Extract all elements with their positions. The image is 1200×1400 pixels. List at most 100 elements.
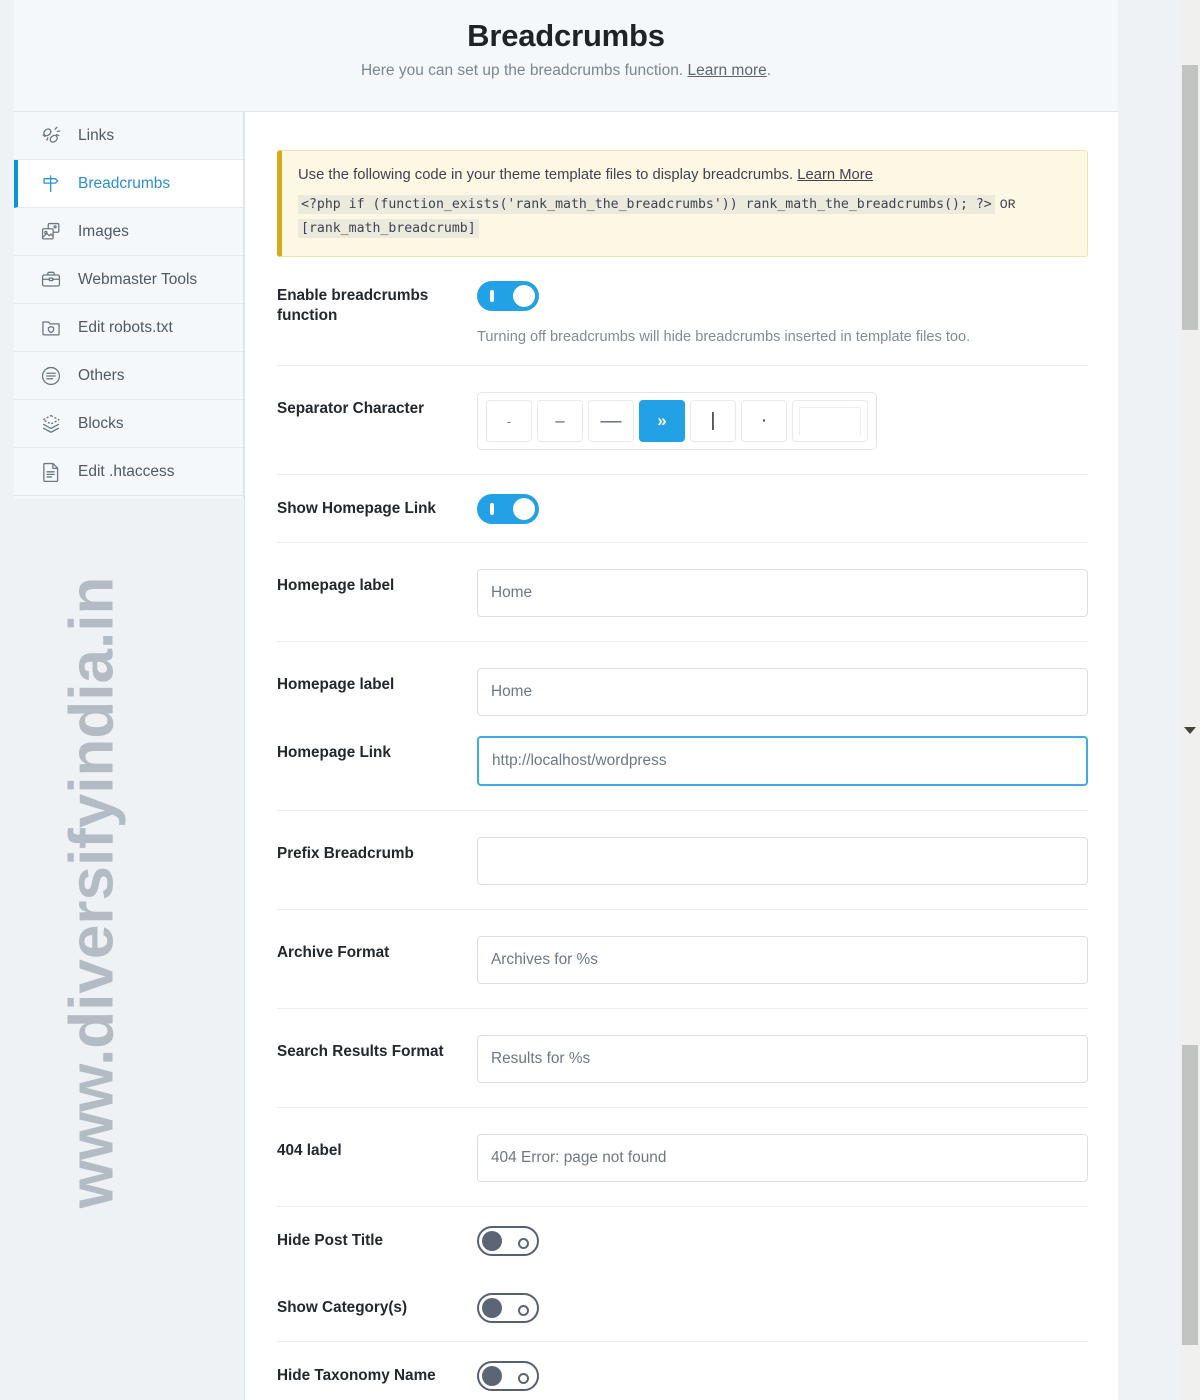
sidebar-item-breadcrumbs[interactable]: Breadcrumbs [14,160,243,208]
images-icon [40,221,62,243]
learn-more-link-header[interactable]: Learn more [687,62,766,79]
row-hide-taxonomy-name: Hide Taxonomy Name [277,1342,1088,1400]
label-show-homepage-link: Show Homepage Link [277,500,436,518]
label-404-label: 404 label [277,1142,342,1160]
page-scrollbar-thumb-lower[interactable] [1182,1045,1198,1345]
label-show-categories: Show Category(s) [277,1299,408,1317]
sidebar-item-label: Edit .htaccess [78,462,175,480]
sidebar-item-edit-htaccess[interactable]: Edit .htaccess [14,448,243,496]
sidebar-item-others[interactable]: Others [14,352,243,400]
homepage-label-2-input[interactable] [477,668,1088,717]
blocks-layers-icon [40,413,62,435]
hint-enable-breadcrumbs: Turning off breadcrumbs will hide breadc… [477,328,971,345]
others-circle-list-icon [40,365,62,387]
separator-option-middot[interactable]: · [741,400,787,443]
learn-more-link-notice[interactable]: Learn More [797,167,873,183]
separator-option-guillemet[interactable]: » [639,400,685,443]
sidebar-item-label: Others [78,366,125,384]
page-header: Breadcrumbs Here you can set up the brea… [14,0,1118,112]
field-404-label [477,1134,1088,1183]
sidebar-item-label: Images [78,222,129,240]
page-subtitle-text: Here you can set up the breadcrumbs func… [360,62,688,79]
page-title: Breadcrumbs [467,18,665,53]
field-hide-post-title [477,1226,1088,1257]
label-enable-breadcrumbs: Enable breadcrumbs function [277,286,429,325]
label-separator-character: Separator Character [277,400,425,418]
sidebar-nav: Links Breadcrumbs Images Webmaster Tools… [14,112,244,499]
label-homepage-label-2: Homepage label [277,676,395,694]
separator-option-pipe[interactable]: | [690,400,736,443]
php-snippet[interactable]: <?php if (function_exists('rank_math_the… [298,195,995,215]
row-search-results-format: Search Results Format [277,1009,1088,1109]
sidebar-item-label: Webmaster Tools [78,270,198,288]
row-homepage-label-1: Homepage label [277,543,1088,643]
sidebar-item-images[interactable]: Images [14,208,243,256]
homepage-label-1-input[interactable] [477,569,1088,618]
field-homepage-label-1 [477,569,1088,618]
field-separator-character: - – — » | · [477,392,1088,451]
page-scrollbar-track[interactable] [1180,0,1200,1400]
row-show-homepage-link: Show Homepage Link [277,475,1088,544]
prefix-breadcrumb-input[interactable] [477,837,1088,886]
page-scrollbar-thumb-upper[interactable] [1182,65,1198,330]
sidebar-item-links[interactable]: Links [14,112,243,160]
field-search-results-format [477,1035,1088,1084]
snippet-or-separator: OR [999,197,1016,213]
row-404-label: 404 label [277,1108,1088,1208]
code-notice-snippets: <?php if (function_exists('rank_math_the… [298,193,1071,239]
toggle-show-homepage-link[interactable] [477,494,539,525]
separator-option-en-dash[interactable]: – [537,400,583,443]
separator-custom-input[interactable] [799,407,861,436]
sidebar-item-blocks[interactable]: Blocks [14,400,243,448]
toggle-hide-post-title[interactable] [477,1226,539,1257]
separator-option-hyphen[interactable]: - [486,400,532,443]
field-archive-format [477,936,1088,985]
separator-custom-input-wrap[interactable] [792,400,868,443]
sidebar-item-edit-robots-txt[interactable]: Edit robots.txt [14,304,243,352]
breadcrumbs-signpost-icon [40,173,62,195]
shortcode-snippet[interactable]: [rank_math_breadcrumb] [298,218,479,238]
links-icon [40,125,62,147]
row-show-categories: Show Category(s) [277,1274,1088,1343]
row-homepage-label-2: Homepage label [277,642,1088,726]
field-homepage-link [477,736,1088,787]
label-404-input[interactable] [477,1134,1088,1183]
label-prefix-breadcrumb: Prefix Breadcrumb [277,845,414,863]
robots-folder-icon [40,317,62,339]
label-homepage-link: Homepage Link [277,744,391,762]
sidebar-item-label: Links [78,126,115,144]
sidebar-item-webmaster-tools[interactable]: Webmaster Tools [14,256,243,304]
sidebar-item-label: Blocks [78,414,124,432]
page-subtitle-suffix: . [766,62,772,79]
label-homepage-label-1: Homepage label [277,577,395,595]
toolbox-icon [40,269,62,291]
row-hide-post-title: Hide Post Title [277,1207,1088,1274]
toggle-show-categories[interactable] [477,1293,539,1324]
row-separator-character: Separator Character - – — » | · [277,366,1088,476]
field-prefix-breadcrumb [477,837,1088,886]
toggle-hide-taxonomy-name[interactable] [477,1361,539,1392]
label-hide-post-title: Hide Post Title [277,1232,383,1250]
homepage-link-input[interactable] [477,736,1088,787]
field-show-homepage-link [477,494,1088,525]
archive-format-input[interactable] [477,936,1088,985]
label-search-results-format: Search Results Format [277,1043,444,1061]
code-notice-text: Use the following code in your theme tem… [298,165,1071,186]
separator-option-em-dash[interactable]: — [588,400,634,443]
chevron-down-icon[interactable] [1184,727,1196,734]
field-show-categories [477,1293,1088,1324]
code-notice: Use the following code in your theme tem… [277,150,1088,257]
separator-option-group: - – — » | · [477,392,877,451]
toggle-enable-breadcrumbs[interactable] [477,280,539,311]
code-notice-message: Use the following code in your theme tem… [298,167,798,183]
app-root: Breadcrumbs Here you can set up the brea… [0,0,1200,1400]
field-hide-taxonomy-name [477,1361,1088,1392]
search-results-format-input[interactable] [477,1035,1088,1084]
sidebar-item-label: Breadcrumbs [78,174,171,192]
field-homepage-label-2 [477,668,1088,717]
settings-panel: Use the following code in your theme tem… [244,112,1118,1400]
label-hide-taxonomy-name: Hide Taxonomy Name [277,1367,436,1385]
row-prefix-breadcrumb: Prefix Breadcrumb [277,811,1088,911]
field-enable-breadcrumbs: Turning off breadcrumbs will hide breadc… [477,280,1088,347]
watermark: www.diversifyindia.in [57,576,127,1209]
